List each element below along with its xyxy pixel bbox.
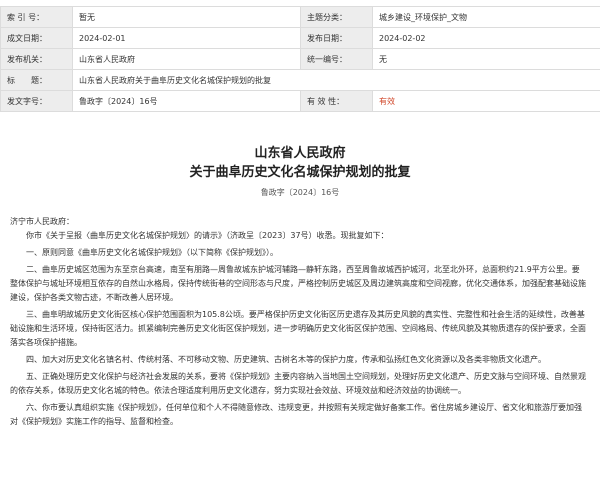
metadata-value: 鲁政字〔2024〕16号 — [72, 90, 301, 112]
metadata-row: 发布机关： 山东省人民政府 统一编号：无 — [0, 48, 600, 70]
metadata-table: 索 引 号： 暂无 主题分类： 城乡建设_环境保护_文物 成文日期： 2024-02-01… — [0, 6, 600, 112]
metadata-label: 索 引 号： — [0, 6, 73, 28]
document-body: 山东省人民政府 关于曲阜历史文化名城保护规划的批复 鲁政字〔2024〕16号 济… — [0, 146, 600, 429]
metadata-label: 发文字号： — [0, 90, 73, 112]
metadata-label: 有 效 性： — [300, 90, 373, 112]
metadata-label: 统一编号： — [300, 48, 373, 70]
metadata-value: 有效 — [372, 90, 600, 112]
metadata-row: 标 题： 山东省人民政府关于曲阜历史文化名城保护规划的批复 — [0, 69, 600, 91]
salutation: 济宁市人民政府： — [10, 217, 74, 226]
paragraph: 三、曲阜明故城历史文化街区核心保护范围面积为105.8公顷。要严格保护历史文化街… — [10, 310, 586, 347]
metadata-row: 成文日期： 2024-02-01 发布日期： 2024-02-02 — [0, 27, 600, 49]
paragraph: 四、加大对历史文化名镇名村、传统村落、不可移动文物、历史建筑、古树名木等的保护力… — [26, 355, 546, 364]
paragraph: 五、正确处理历史文化保护与经济社会发展的关系，要将《保护规划》主要内容纳入当地国… — [10, 372, 586, 395]
metadata-value: 2024-02-02 — [372, 27, 600, 49]
metadata-label: 发布机关： — [0, 48, 73, 70]
paragraph: 二、曲阜历史城区范围为东至京台高速，南至有朋路—周鲁故城东护城河辅路—静轩东路，… — [10, 265, 586, 302]
metadata-value: 山东省人民政府关于曲阜历史文化名城保护规划的批复 — [72, 69, 600, 91]
paragraph: 六、你市要认真组织实施《保护规划》，任何单位和个人不得随意修改、违规变更，并按照… — [10, 403, 582, 426]
document-number: 鲁政字〔2024〕16号 — [260, 188, 340, 197]
metadata-label: 成文日期： — [0, 27, 73, 49]
metadata-value: 无 — [372, 48, 600, 70]
paragraph: 一、原则同意《曲阜历史文化名城保护规划》（以下简称《保护规划》）。 — [26, 248, 278, 257]
metadata-label: 主题分类： — [300, 6, 373, 28]
metadata-value: 山东省人民政府 — [72, 48, 301, 70]
issuer-title: 山东省人民政府 — [254, 146, 346, 161]
metadata-value: 城乡建设_环境保护_文物 — [372, 6, 600, 28]
metadata-label: 标 题： — [0, 69, 73, 91]
metadata-row: 索 引 号： 暂无 主题分类： 城乡建设_环境保护_文物 — [0, 6, 600, 28]
metadata-value: 暂无 — [72, 6, 301, 28]
metadata-row: 发文字号： 鲁政字〔2024〕16号有 效 性： 有效 — [0, 90, 600, 112]
metadata-label: 发布日期： — [300, 27, 373, 49]
metadata-value: 2024-02-01 — [72, 27, 301, 49]
document-paragraphs: 你市《关于呈报〈曲阜历史文化名城保护规划〉的请示》（济政呈〔2023〕37号）收… — [10, 229, 586, 429]
paragraph: 你市《关于呈报〈曲阜历史文化名城保护规划〉的请示》（济政呈〔2023〕37号）收… — [26, 231, 389, 240]
document-title: 关于曲阜历史文化名城保护规划的批复 — [189, 165, 411, 180]
